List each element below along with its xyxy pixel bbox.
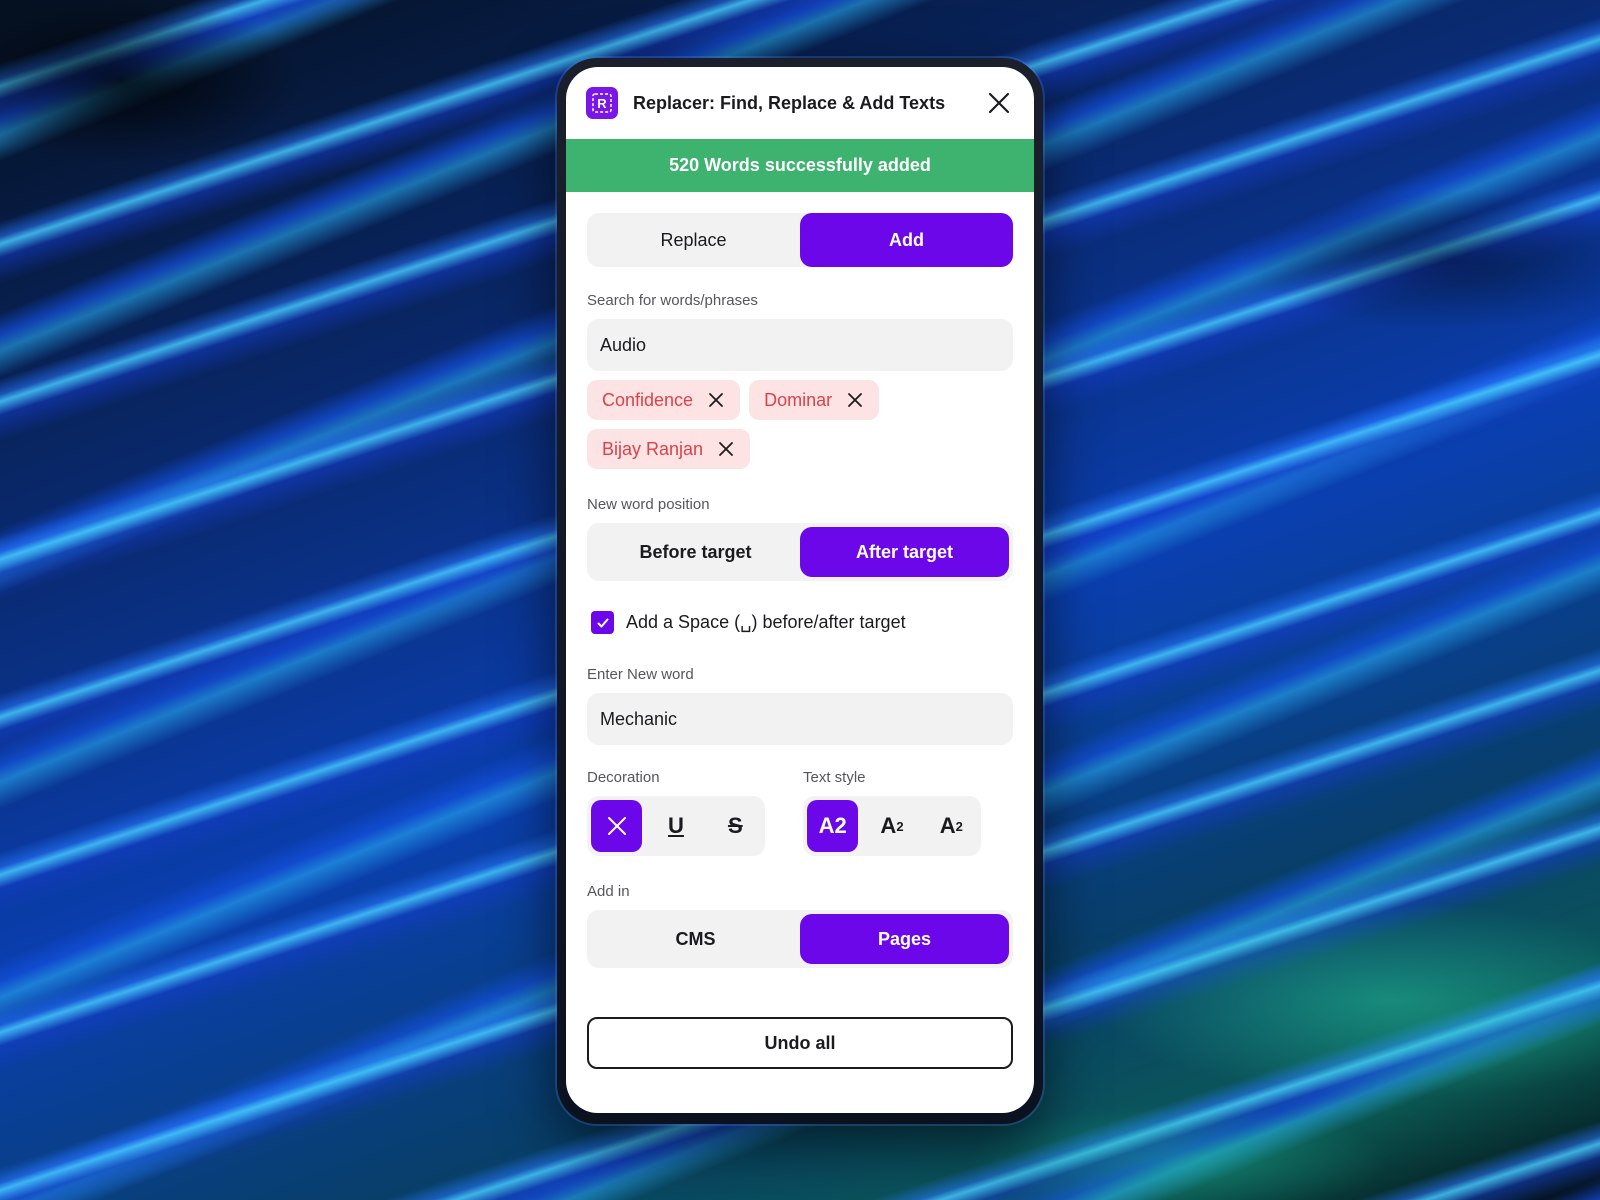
remove-tag-button[interactable] <box>846 391 864 409</box>
before-target-option[interactable]: Before target <box>591 527 800 577</box>
tag-chip: Confidence <box>587 380 741 420</box>
style-row: Decoration U S Text style A2 A2 A2 <box>587 769 1013 856</box>
close-icon <box>719 442 733 456</box>
close-icon <box>988 92 1010 114</box>
space-option-row: Add a Space (␣) before/after target <box>587 611 1013 634</box>
plugin-panel: R Replacer: Find, Replace & Add Texts 52… <box>566 67 1034 1113</box>
title-bar: R Replacer: Find, Replace & Add Texts <box>566 67 1034 139</box>
remove-tag-button[interactable] <box>707 391 725 409</box>
superscript-button[interactable]: A2 <box>866 800 917 852</box>
space-checkbox[interactable] <box>591 611 614 634</box>
close-icon <box>709 393 723 407</box>
new-word-input[interactable]: Mechanic <box>587 693 1013 745</box>
tab-add[interactable]: Add <box>800 213 1013 267</box>
decoration-none-button[interactable] <box>591 800 643 852</box>
add-in-switch: CMS Pages <box>587 910 1013 968</box>
success-banner: 520 Words successfully added <box>566 139 1034 192</box>
tab-replace[interactable]: Replace <box>587 213 800 267</box>
superscript-mark: 2 <box>896 818 904 834</box>
subscript-base: A <box>939 813 956 838</box>
search-input[interactable]: Audio <box>587 319 1013 371</box>
position-label: New word position <box>587 496 710 513</box>
tag-label: Confidence <box>602 389 694 410</box>
window-title: Replacer: Find, Replace & Add Texts <box>633 92 946 113</box>
tag-label: Dominar <box>764 389 833 410</box>
tag-label: Bijay Ranjan <box>602 438 704 459</box>
after-target-option[interactable]: After target <box>800 527 1009 577</box>
cms-option[interactable]: CMS <box>591 914 800 964</box>
tag-chip: Bijay Ranjan <box>587 429 751 469</box>
tag-chip: Dominar <box>749 380 880 420</box>
space-checkbox-label: Add a Space (␣) before/after target <box>626 612 906 632</box>
text-style-section: Text style A2 A2 A2 <box>803 769 981 856</box>
remove-tag-button[interactable] <box>717 440 735 458</box>
close-button[interactable] <box>984 88 1014 118</box>
subscript-button[interactable]: A2 <box>926 800 977 852</box>
strikethrough-button[interactable]: S <box>710 800 761 852</box>
search-label: Search for words/phrases <box>587 292 758 309</box>
close-icon <box>848 393 863 407</box>
position-switch: Before target After target <box>587 523 1013 581</box>
checkmark-icon <box>597 618 608 627</box>
normal-style-button[interactable]: A2 <box>807 800 859 852</box>
text-style-label: Text style <box>803 769 866 786</box>
decoration-section: Decoration U S <box>587 769 765 856</box>
new-word-label: Enter New word <box>587 666 694 683</box>
superscript-base: A <box>880 813 897 838</box>
decoration-label: Decoration <box>587 769 660 786</box>
app-logo-icon: R <box>586 87 618 119</box>
text-style-group: A2 A2 A2 <box>803 796 981 856</box>
subscript-mark: 2 <box>955 818 963 834</box>
decoration-group: U S <box>587 796 765 856</box>
add-in-label: Add in <box>587 883 630 900</box>
pages-option[interactable]: Pages <box>800 914 1009 964</box>
underline-button[interactable]: U <box>650 800 701 852</box>
search-tags: Confidence Dominar Bijay Ranjan <box>587 380 907 469</box>
app-logo-letter: R <box>597 96 607 111</box>
undo-all-button[interactable]: Undo all <box>587 1017 1013 1069</box>
mode-switch: Replace Add <box>587 213 1013 267</box>
none-icon <box>607 817 626 835</box>
